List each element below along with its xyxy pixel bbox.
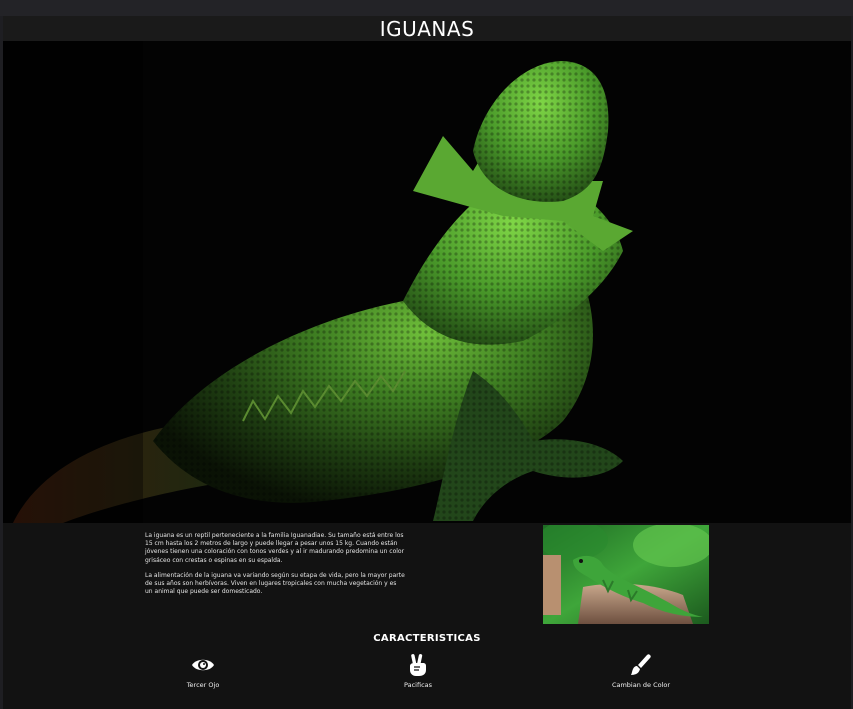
eye-icon [191,653,215,677]
bearded-dragon-illustration [3,41,851,523]
peace-hand-icon [406,653,430,677]
feature-pacificas: Pacificas [358,653,478,689]
features-title: CARACTERISTICAS [373,633,481,644]
intro-paragraph-1: La iguana es un reptil perteneciente a l… [145,532,405,564]
feature-cambian-de-color: Cambian de Color [581,653,701,689]
feature-label: Cambian de Color [611,681,671,689]
feature-tercer-ojo: Tercer Ojo [143,653,263,689]
page-header: IGUANAS [3,16,851,41]
feature-label: Tercer Ojo [186,681,220,689]
iguana-thumbnail [543,525,709,624]
content-section: La iguana es un reptil perteneciente a l… [3,523,851,709]
paintbrush-icon [629,653,653,677]
page-title: IGUANAS [379,17,475,41]
intro-paragraph-2: La alimentación de la iguana va variando… [145,571,405,596]
intro-text: La iguana es un reptil perteneciente a l… [145,532,405,603]
green-iguana-illustration [543,525,709,624]
hero-image [3,41,851,523]
feature-label: Pacificas [403,681,433,689]
browser-top-strip [0,0,853,16]
